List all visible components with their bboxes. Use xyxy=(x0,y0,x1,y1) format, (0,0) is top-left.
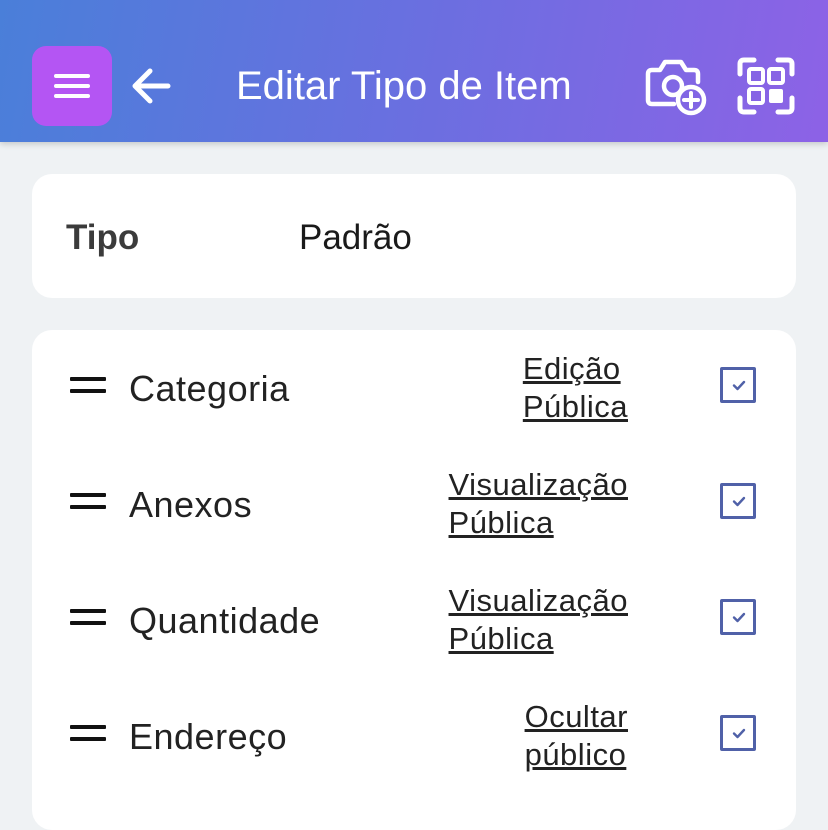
visibility-link-line1: Ocultar xyxy=(524,699,628,734)
check-icon xyxy=(732,496,746,507)
qr-scan-icon xyxy=(737,57,795,115)
camera-add-icon xyxy=(645,59,707,116)
visibility-link-line2: público xyxy=(524,737,627,772)
type-value[interactable]: Padrão xyxy=(299,218,412,258)
visibility-link-line2: Pública xyxy=(522,389,628,424)
fields-list: Categoria Edição Pública Anexos Visualiz… xyxy=(32,330,796,830)
drag-handle-icon[interactable] xyxy=(70,609,106,625)
check-icon xyxy=(732,612,746,623)
field-row-anexos: Anexos Visualização Pública xyxy=(32,446,796,562)
field-name: Endereço xyxy=(129,716,288,757)
field-name: Quantidade xyxy=(129,600,321,641)
field-row-categoria: Categoria Edição Pública xyxy=(32,330,796,446)
visibility-link-line1: Visualização xyxy=(448,467,628,502)
visibility-link[interactable]: Ocultar público xyxy=(525,698,628,774)
menu-icon-line xyxy=(54,94,90,98)
field-row-quantidade: Quantidade Visualização Pública xyxy=(32,562,796,678)
add-photo-button[interactable] xyxy=(644,56,708,116)
type-label: Tipo xyxy=(66,218,140,257)
field-checkbox[interactable] xyxy=(720,367,756,403)
menu-icon-line xyxy=(54,84,90,88)
visibility-link[interactable]: Edição Pública xyxy=(523,350,628,426)
field-checkbox[interactable] xyxy=(720,599,756,635)
field-name: Categoria xyxy=(129,368,290,409)
drag-handle-icon[interactable] xyxy=(70,377,106,393)
item-type-card: Tipo Padrão xyxy=(32,174,796,298)
app-header: Editar Tipo de Item xyxy=(0,0,828,142)
field-checkbox[interactable] xyxy=(720,715,756,751)
visibility-link[interactable]: Visualização Pública xyxy=(449,582,628,658)
page-title: Editar Tipo de Item xyxy=(236,64,572,108)
back-button[interactable] xyxy=(130,66,172,106)
visibility-link-line2: Pública xyxy=(448,505,554,540)
check-icon xyxy=(732,728,746,739)
drag-handle-icon[interactable] xyxy=(70,493,106,509)
check-icon xyxy=(732,380,746,391)
arrow-left-icon xyxy=(132,68,171,104)
menu-button[interactable] xyxy=(32,46,112,126)
field-checkbox[interactable] xyxy=(720,483,756,519)
menu-icon xyxy=(54,74,90,78)
drag-handle-icon[interactable] xyxy=(70,725,106,741)
scan-qr-button[interactable] xyxy=(736,56,796,116)
field-row-endereco: Endereço Ocultar público xyxy=(32,678,796,794)
field-name: Anexos xyxy=(129,484,253,525)
visibility-link-line1: Visualização xyxy=(448,583,628,618)
visibility-link-line1: Edição xyxy=(522,351,621,386)
visibility-link[interactable]: Visualização Pública xyxy=(449,466,628,542)
visibility-link-line2: Pública xyxy=(448,621,554,656)
